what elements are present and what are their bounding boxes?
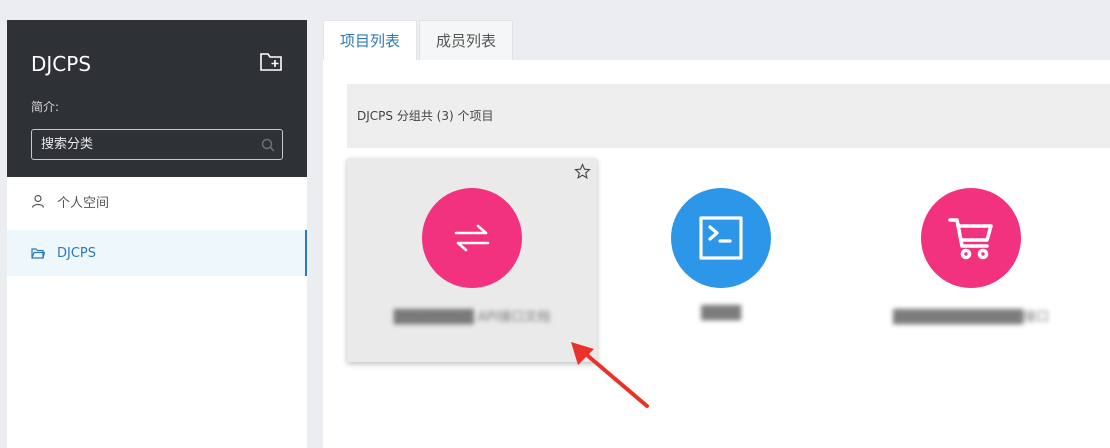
sidebar-item-label: 个人空间 — [57, 195, 110, 211]
sidebar-item-label: DJCPS — [57, 245, 97, 261]
project-card[interactable]: █████████████接口 — [846, 158, 1096, 362]
project-name: ████ — [701, 306, 741, 321]
exchange-arrows-icon — [422, 188, 522, 288]
project-name: ████████ API接口文档 — [393, 310, 551, 325]
sidebar-item-personal-space[interactable]: 个人空间 — [7, 178, 307, 224]
sidebar-item-djcps[interactable]: DJCPS — [7, 230, 307, 276]
project-name: █████████████接口 — [893, 310, 1049, 325]
user-icon — [31, 194, 45, 208]
project-content: DJCPS 分组共 (3) 个项目 ████████ API接口文档 ████ … — [323, 60, 1110, 448]
tab-member-list[interactable]: 成员列表 — [419, 20, 514, 60]
star-icon[interactable] — [574, 163, 591, 180]
folder-open-icon — [31, 246, 46, 260]
intro-label: 简介: — [31, 100, 60, 114]
search-input[interactable] — [31, 129, 283, 160]
search-icon[interactable] — [261, 137, 275, 152]
tab-project-list[interactable]: 项目列表 — [323, 20, 418, 60]
terminal-icon — [671, 188, 771, 288]
shopping-cart-icon — [921, 188, 1021, 288]
main-panel: 项目列表 成员列表 DJCPS 分组共 (3) 个项目 ████████ API… — [323, 20, 1110, 448]
sidebar-title: DJCPS — [31, 52, 92, 76]
sidebar: DJCPS 简介: 个人空间 — [7, 20, 307, 448]
project-card[interactable]: ████ — [596, 158, 846, 362]
group-info-bar: DJCPS 分组共 (3) 个项目 — [347, 84, 1110, 148]
tab-bar: 项目列表 成员列表 — [323, 20, 515, 60]
sidebar-header: DJCPS 简介: — [7, 20, 307, 177]
add-folder-icon[interactable] — [259, 50, 285, 74]
sidebar-nav: 个人空间 DJCPS — [7, 178, 307, 276]
project-card[interactable]: ████████ API接口文档 — [347, 158, 597, 362]
